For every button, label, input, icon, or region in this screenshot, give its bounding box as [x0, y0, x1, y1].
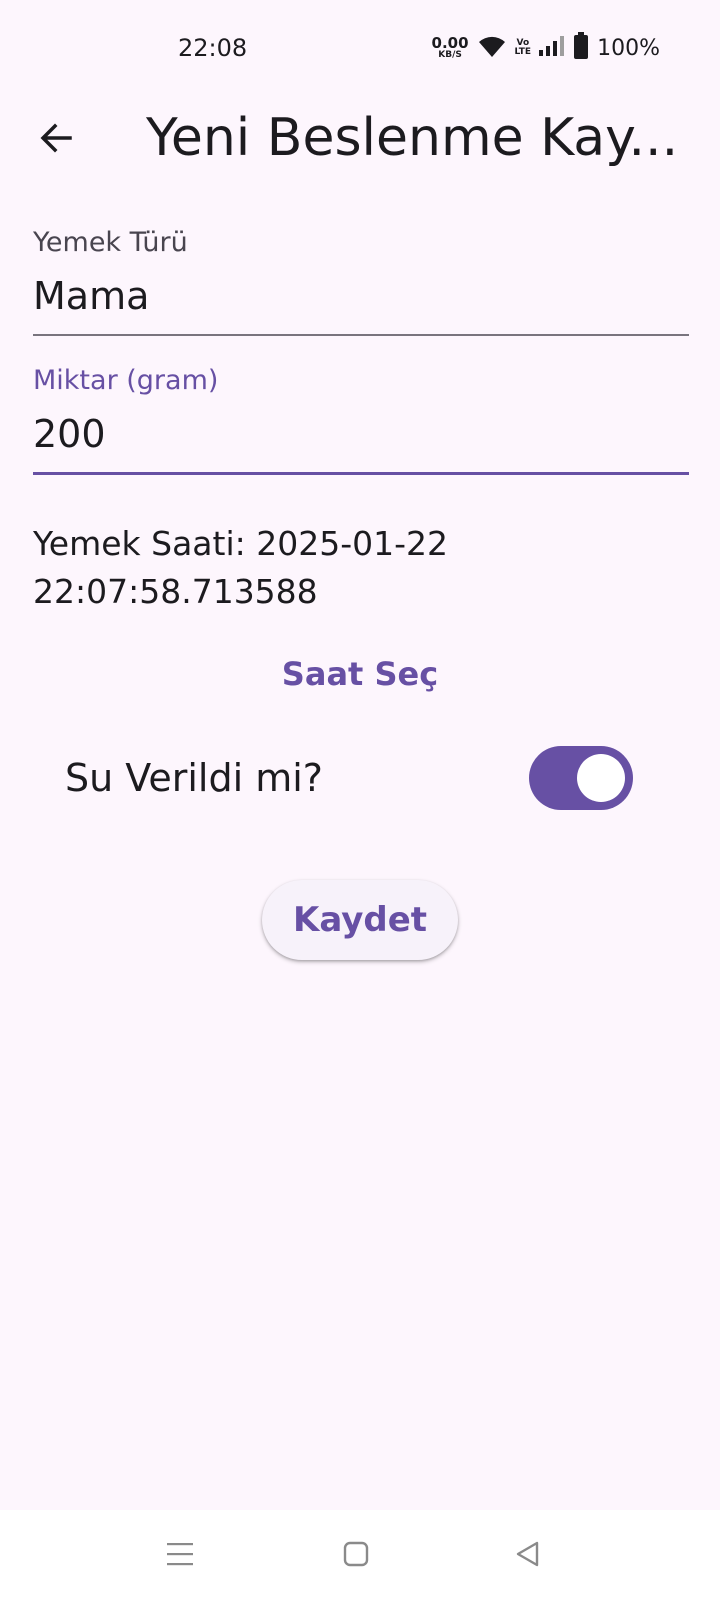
food-type-underline: [33, 334, 689, 336]
status-icons: 0.00 KB/S Vo LTE 100%: [432, 30, 660, 66]
volte-bottom: LTE: [514, 47, 532, 57]
back-triangle-icon: [514, 1540, 542, 1572]
page-title: Yeni Beslenme Kay...: [146, 108, 679, 168]
food-type-field[interactable]: Yemek Türü Mama: [33, 226, 689, 336]
menu-icon: [166, 1541, 194, 1571]
meal-time-text: Yemek Saati: 2025-01-22 22:07:58.713588: [33, 520, 689, 616]
network-speed: 0.00 KB/S: [432, 36, 469, 60]
pick-time-button[interactable]: Saat Seç: [260, 648, 460, 700]
back-button[interactable]: [28, 112, 84, 168]
water-given-switch[interactable]: [529, 746, 633, 810]
battery-icon: [573, 32, 589, 64]
recent-apps-button[interactable]: [156, 1532, 204, 1580]
food-type-input[interactable]: Mama: [33, 272, 689, 334]
meal-time-clock: 22:07:58.713588: [33, 572, 318, 611]
water-given-label: Su Verildi mi?: [65, 756, 323, 800]
status-time: 22:08: [178, 34, 248, 62]
volte-indicator: Vo LTE: [515, 39, 532, 57]
meal-time-date: Yemek Saati: 2025-01-22: [33, 524, 449, 563]
save-button[interactable]: Kaydet: [262, 880, 458, 960]
network-speed-value: 0.00: [431, 34, 469, 52]
amount-field[interactable]: Miktar (gram) 200: [33, 364, 689, 475]
home-button[interactable]: [332, 1532, 380, 1580]
amount-label: Miktar (gram): [33, 365, 219, 396]
system-nav-bar: [0, 1510, 720, 1600]
amount-underline: [33, 472, 689, 475]
water-given-row: Su Verildi mi?: [65, 746, 637, 810]
amount-input[interactable]: 200: [33, 410, 689, 472]
switch-thumb: [577, 754, 625, 802]
status-bar: 22:08 0.00 KB/S Vo LTE 100%: [0, 0, 720, 96]
app-bar: Yeni Beslenme Kay...: [0, 96, 720, 224]
wifi-icon: [477, 33, 507, 63]
system-back-button[interactable]: [504, 1532, 552, 1580]
food-type-label: Yemek Türü: [33, 227, 188, 258]
signal-icon: [539, 35, 565, 61]
home-icon: [342, 1540, 370, 1572]
battery-percent: 100%: [597, 35, 660, 61]
network-speed-unit: KB/S: [438, 50, 462, 60]
arrow-back-icon: [38, 120, 74, 160]
